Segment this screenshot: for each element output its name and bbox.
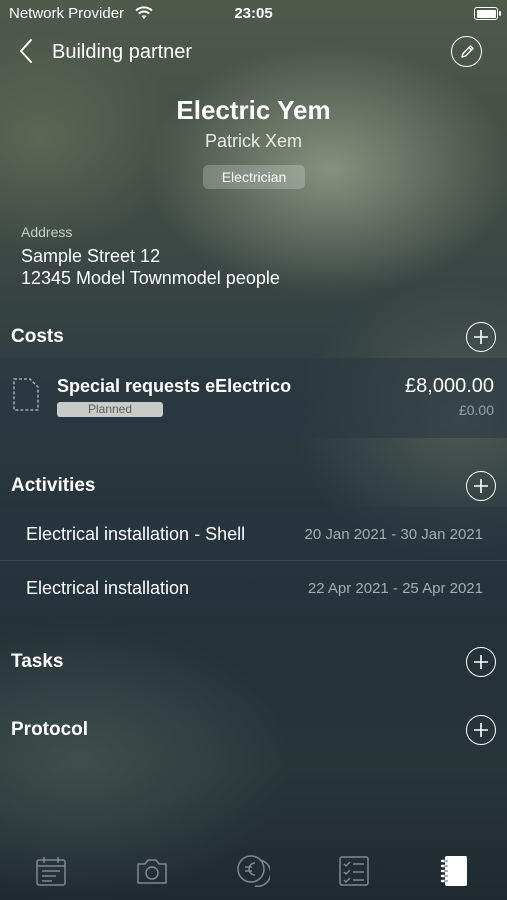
add-activity-button[interactable]: [466, 471, 496, 501]
list-item[interactable]: Electrical installation - Shell 20 Jan 2…: [0, 507, 507, 561]
back-button[interactable]: [18, 38, 34, 69]
status-bar: Network Provider 23:05: [0, 5, 507, 25]
notebook-icon: [440, 856, 467, 886]
pencil-icon: [460, 44, 474, 58]
schedule-icon: [36, 857, 66, 886]
edit-button[interactable]: [451, 36, 482, 67]
address-label: Address: [21, 224, 73, 240]
activities-list: Electrical installation - Shell 20 Jan 2…: [0, 507, 507, 614]
costs-title: Costs: [11, 326, 64, 347]
tab-protocol[interactable]: [437, 853, 473, 889]
nav-title: Building partner: [52, 41, 193, 63]
document-icon: [13, 378, 39, 416]
add-task-button[interactable]: [466, 647, 496, 677]
clock: 23:05: [234, 5, 273, 22]
list-item[interactable]: Electrical installation 22 Apr 2021 - 25…: [0, 561, 507, 614]
address-line-1[interactable]: Sample Street 12: [21, 246, 160, 267]
euro-icon: [237, 855, 270, 887]
cost-amount: £8,000.00: [405, 375, 494, 397]
role-badge: Electrician: [203, 165, 305, 189]
activity-name: Electrical installation: [26, 578, 190, 598]
plus-icon: [474, 330, 488, 344]
tab-photos[interactable]: [134, 853, 170, 889]
plus-icon: [474, 723, 488, 737]
contact-person: Patrick Xem: [204, 131, 303, 151]
activities-title: Activities: [11, 475, 96, 496]
cost-item[interactable]: Special requests eElectrico Planned £8,0…: [0, 358, 507, 438]
battery-icon: [474, 7, 501, 20]
activity-dates: 22 Apr 2021 - 25 Apr 2021: [307, 580, 483, 597]
activity-name: Electrical installation - Shell: [26, 524, 246, 544]
add-protocol-button[interactable]: [466, 715, 496, 745]
checklist-icon: [339, 856, 369, 886]
camera-icon: [137, 859, 167, 884]
status-badge: Planned: [57, 402, 163, 417]
tab-costs[interactable]: [235, 853, 271, 889]
activity-dates: 20 Jan 2021 - 30 Jan 2021: [304, 526, 483, 543]
protocol-title: Protocol: [11, 719, 89, 740]
add-cost-button[interactable]: [466, 322, 496, 352]
chevron-left-icon: [20, 39, 32, 63]
company-name: Electric Yem: [176, 95, 331, 125]
tab-schedule[interactable]: [33, 853, 69, 889]
cost-name: Special requests eElectrico: [57, 376, 292, 396]
cost-paid-amount: £0.00: [458, 402, 494, 418]
tasks-title: Tasks: [11, 651, 64, 672]
navigation-bar: Building partner: [0, 36, 507, 70]
plus-icon: [474, 655, 488, 669]
tab-tasks[interactable]: [336, 853, 372, 889]
address-line-2[interactable]: 12345 Model Townmodel people: [21, 268, 280, 289]
tab-bar: [0, 850, 507, 900]
plus-icon: [474, 479, 488, 493]
